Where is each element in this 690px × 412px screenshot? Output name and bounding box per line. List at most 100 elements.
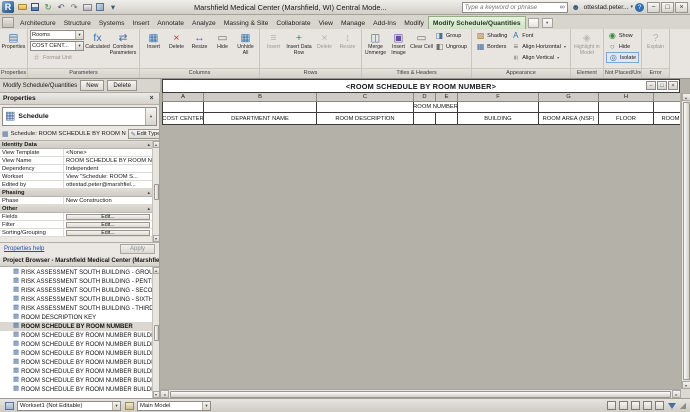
column-letter-g[interactable]: G (539, 93, 599, 102)
property-value[interactable]: <None> (64, 149, 152, 156)
shading-button[interactable]: ▨ Shading (474, 30, 509, 41)
selection-filter-icon[interactable] (667, 401, 677, 411)
scrollbar-thumb[interactable] (682, 102, 690, 380)
header-department-name[interactable]: DEPARTMENT NAME (204, 113, 317, 125)
header-floor[interactable]: FLOOR (599, 113, 654, 125)
header-building[interactable]: BUILDING (458, 113, 539, 125)
active-workset-select[interactable]: Workset1 (Not Editable) ▾ (17, 400, 121, 411)
tab-view[interactable]: View (315, 17, 337, 29)
combine-parameters-button[interactable]: ⇄ Combine Parameters (109, 30, 137, 57)
insert-data-row-button[interactable]: + Insert Data Row (285, 30, 313, 57)
column-letter-d[interactable]: D (414, 93, 436, 102)
view-restore-icon[interactable]: □ (657, 81, 667, 90)
group-button[interactable]: ◨ Group (433, 30, 469, 41)
column-letter-e[interactable]: E (436, 93, 458, 102)
select-links-toggle[interactable] (606, 401, 616, 410)
sync-icon[interactable]: ↻ (42, 1, 54, 13)
delete-column-button[interactable]: × Delete (165, 30, 188, 51)
align-vertical-button[interactable]: ≡ Align Vertical ▾ (509, 52, 568, 63)
properties-palette-header[interactable]: Properties × (0, 93, 159, 105)
new-button[interactable]: New (80, 80, 105, 91)
ribbon-minimize-icon[interactable]: ▾ (541, 18, 553, 28)
sign-in-icon[interactable]: ☻ (570, 1, 582, 13)
chevron-down-icon[interactable]: ▾ (557, 55, 559, 60)
filter-edit-button[interactable]: Edit... (66, 221, 150, 228)
chevron-down-icon[interactable]: ▾ (145, 108, 156, 125)
column-letter-h[interactable]: H (599, 93, 654, 102)
select-pinned-elements-toggle[interactable] (630, 401, 640, 410)
browser-item[interactable]: ▦ROOM SCHEDULE BY ROOM NUMBER BUILDING..… (0, 340, 152, 349)
undo-icon[interactable]: ↶ (55, 1, 67, 13)
insert-column-button[interactable]: ▦ Insert (142, 30, 165, 51)
sorting-grouping-edit-button[interactable]: Edit... (66, 229, 150, 236)
browser-item[interactable]: ▦ROOM SCHEDULE BY ROOM NUMBER BUILDING..… (0, 385, 152, 394)
column-letter-c[interactable]: C (317, 93, 414, 102)
borders-button[interactable]: ▦ Borders (474, 41, 509, 52)
header-room-area-nsf[interactable]: ROOM AREA (NSF) (539, 113, 599, 125)
scrollbar-thumb[interactable] (153, 324, 159, 341)
scroll-left-icon[interactable]: ◂ (160, 390, 169, 398)
browser-item[interactable]: ▦ ROOM DESCRIPTION KEY (0, 313, 152, 322)
revit-logo-icon[interactable]: R (2, 1, 14, 13)
tab-architecture[interactable]: Architecture (16, 17, 60, 29)
properties-help-link[interactable]: Properties help (4, 246, 44, 252)
column-letter-b[interactable]: B (204, 93, 317, 102)
tab-manage[interactable]: Manage (337, 17, 369, 29)
parameter-category-combo[interactable]: Rooms ▾ (30, 30, 84, 40)
scrollbar-thumb[interactable] (170, 390, 671, 398)
property-value[interactable]: ROOM SCHEDULE BY ROOM N... (64, 157, 152, 164)
close-icon[interactable]: × (147, 94, 156, 103)
insert-image-button[interactable]: ▣ Insert Image (387, 30, 410, 57)
properties-scrollbar[interactable]: ▴ ▾ (152, 141, 159, 242)
show-not-placed-button[interactable]: ◉ Show (606, 30, 639, 41)
property-value[interactable]: New Construction (64, 197, 152, 204)
worksets-icon[interactable] (4, 401, 14, 411)
view-close-icon[interactable]: × (668, 81, 678, 90)
chevron-down-icon[interactable]: ▾ (202, 401, 210, 410)
scroll-up-icon[interactable]: ▴ (152, 141, 159, 148)
scroll-down-icon[interactable]: ▾ (681, 381, 690, 389)
hide-not-placed-button[interactable]: ○ Hide (606, 41, 639, 52)
username[interactable]: ottestad.peter... (584, 4, 629, 11)
browser-item[interactable]: ▦RISK ASSESSMENT SOUTH BUILDING - SECOND… (0, 286, 152, 295)
search-box[interactable]: ∞ (461, 1, 568, 13)
fields-edit-button[interactable]: Edit... (66, 213, 150, 220)
scroll-up-icon[interactable]: ▴ (681, 93, 690, 101)
clear-cell-button[interactable]: ▭ Clear Cell (410, 30, 433, 51)
tab-add-ins[interactable]: Add-Ins (369, 17, 400, 29)
type-selector[interactable]: ▦ Schedule ▾ (2, 107, 157, 126)
tab-analyze[interactable]: Analyze (188, 17, 220, 29)
section-phasing[interactable]: Phasing ▴ (0, 189, 152, 197)
scroll-up-icon[interactable]: ▴ (152, 267, 159, 274)
chevron-down-icon[interactable]: ▾ (112, 401, 120, 410)
chevron-down-icon[interactable]: ▾ (75, 31, 83, 39)
design-options-icon[interactable] (124, 401, 134, 411)
browser-item[interactable]: ▦ROOM SCHEDULE BY ROOM NUMBER BUILDING..… (0, 358, 152, 367)
tab-insert[interactable]: Insert (128, 17, 153, 29)
group-header-room-number[interactable]: ROOM NUMBER (414, 102, 458, 113)
property-value[interactable]: View "Schedule: ROOM S... (64, 173, 152, 180)
column-letter-f[interactable]: F (458, 93, 539, 102)
active-design-option-select[interactable]: Main Model ▾ (137, 400, 211, 411)
property-value[interactable]: ottestad.peter@marshfiel... (64, 181, 152, 188)
file-tab-icon[interactable] (2, 17, 14, 28)
edit-type-button[interactable]: ✎ Edit Type (127, 129, 159, 139)
schedule-vertical-scrollbar[interactable]: ▴ ▾ (681, 93, 690, 389)
scrollbar-thumb[interactable] (153, 183, 159, 200)
unhide-all-columns-button[interactable]: ▦ Unhide All (234, 30, 257, 57)
user-dropdown-icon[interactable]: ▾ (630, 4, 633, 10)
section-other[interactable]: Other ▴ (0, 205, 152, 213)
properties-button[interactable]: ▤ Properties (2, 30, 26, 51)
resize-grip[interactable]: ◢ (680, 401, 686, 410)
tab-massing-site[interactable]: Massing & Site (220, 17, 273, 29)
scroll-down-icon[interactable]: ▾ (152, 235, 159, 242)
browser-item[interactable]: ▦RISK ASSESSMENT SOUTH BUILDING - GROUND… (0, 268, 152, 277)
schedule-title[interactable]: <ROOM SCHEDULE BY ROOM NUMBER> (162, 79, 680, 93)
ribbon-cycle-icon[interactable] (527, 18, 539, 28)
save-icon[interactable] (29, 1, 41, 13)
tab-modify[interactable]: Modify (400, 17, 428, 29)
print-icon[interactable] (81, 1, 93, 13)
column-letter-a[interactable]: A (162, 93, 204, 102)
close-button[interactable]: × (675, 1, 688, 13)
column-letter-i[interactable] (654, 93, 680, 102)
